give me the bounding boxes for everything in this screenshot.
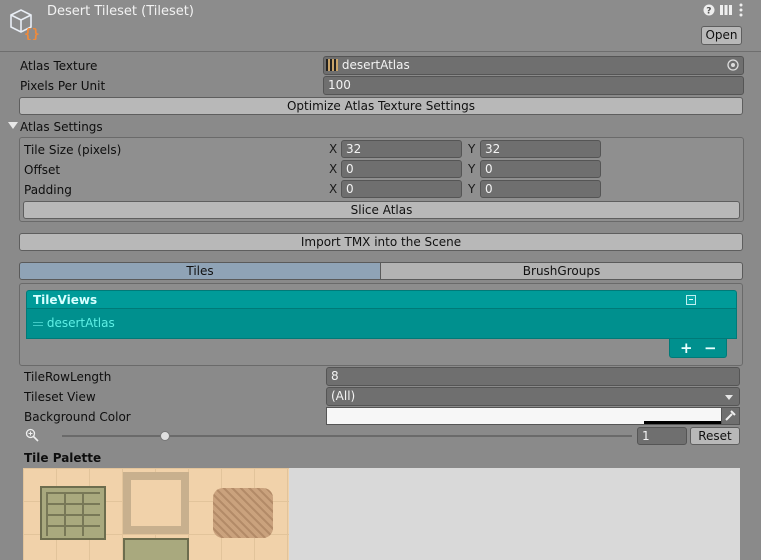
atlas-settings-foldout[interactable]: Atlas Settings <box>20 119 103 135</box>
pixels-per-unit-field[interactable]: 100 <box>323 76 744 95</box>
reset-zoom-button[interactable]: Reset <box>690 427 740 445</box>
sand-frame-tile[interactable] <box>123 472 189 534</box>
y-label: Y <box>468 182 476 196</box>
offset-y-field[interactable]: 0 <box>480 160 601 178</box>
remove-item-button[interactable]: − <box>704 339 717 357</box>
atlas-texture-value: desertAtlas <box>341 58 410 72</box>
tile-views-list: desertAtlas <box>26 309 737 339</box>
tile-size-x-field[interactable]: 32 <box>341 140 462 158</box>
tile-palette-area[interactable] <box>23 468 740 560</box>
x-label: X <box>329 182 338 196</box>
add-item-button[interactable]: + <box>680 339 693 357</box>
sand-patch-tile[interactable] <box>213 488 273 538</box>
zoom-icon <box>25 428 39 445</box>
tile-view-item-label: desertAtlas <box>46 316 115 330</box>
svg-text:{}: {} <box>24 27 40 40</box>
collapse-icon[interactable] <box>686 295 696 305</box>
texture-thumb-icon <box>326 59 338 71</box>
open-button[interactable]: Open <box>701 26 742 45</box>
list-footer: + − <box>669 339 727 358</box>
x-label: X <box>329 142 338 156</box>
zoom-value-field[interactable]: 1 <box>637 427 687 445</box>
pixels-per-unit-label: Pixels Per Unit <box>20 79 106 93</box>
y-label: Y <box>468 142 476 156</box>
alpha-bar <box>644 421 721 424</box>
tileset-view-dropdown[interactable]: (All) <box>326 387 740 406</box>
stone-tile[interactable] <box>123 538 189 560</box>
background-color-swatch[interactable] <box>326 407 722 425</box>
tileset-view-label: Tileset View <box>24 390 96 404</box>
stone-tile[interactable] <box>40 486 106 540</box>
slice-atlas-button[interactable]: Slice Atlas <box>23 201 740 219</box>
y-label: Y <box>468 162 476 176</box>
tile-views-header: TileViews <box>26 290 737 309</box>
padding-y-field[interactable]: 0 <box>480 180 601 198</box>
tile-grid[interactable] <box>23 468 289 560</box>
import-tmx-button[interactable]: Import TMX into the Scene <box>19 233 743 251</box>
dropdown-arrow-icon <box>725 395 733 400</box>
background-color-label: Background Color <box>24 410 131 424</box>
tab-brushgroups[interactable]: BrushGroups <box>381 262 743 280</box>
offset-x-field[interactable]: 0 <box>341 160 462 178</box>
inspector-title: Desert Tileset (Tileset) <box>47 4 194 19</box>
padding-x-field[interactable]: 0 <box>341 180 462 198</box>
tile-palette-label: Tile Palette <box>24 451 102 465</box>
tile-row-length-label: TileRowLength <box>24 370 112 384</box>
tile-size-y-field[interactable]: 32 <box>480 140 601 158</box>
preset-icon[interactable] <box>719 3 733 20</box>
foldout-arrow-icon[interactable] <box>8 122 18 129</box>
tile-size-label: Tile Size (pixels) <box>24 143 122 157</box>
padding-label: Padding <box>24 183 72 197</box>
zoom-slider-thumb[interactable] <box>159 431 170 441</box>
object-picker-icon[interactable] <box>727 59 739 76</box>
zoom-slider-track[interactable] <box>62 435 632 437</box>
list-item[interactable]: desertAtlas <box>33 315 115 331</box>
svg-text:?: ? <box>706 7 711 17</box>
atlas-texture-label: Atlas Texture <box>20 59 98 73</box>
help-icon[interactable]: ? <box>703 4 715 19</box>
tab-tiles[interactable]: Tiles <box>19 262 381 280</box>
inspector-header: {} Desert Tileset (Tileset) ? Open <box>0 0 761 52</box>
optimize-atlas-button[interactable]: Optimize Atlas Texture Settings <box>19 97 743 115</box>
eyedropper-icon[interactable] <box>722 407 740 425</box>
atlas-texture-field[interactable]: desertAtlas <box>323 56 744 75</box>
more-options-icon[interactable] <box>738 2 744 21</box>
tileset-view-value: (All) <box>331 389 356 403</box>
x-label: X <box>329 162 338 176</box>
tile-row-length-field[interactable]: 8 <box>326 367 740 386</box>
scriptable-object-icon: {} <box>10 9 40 40</box>
tile-views-title: TileViews <box>33 293 98 307</box>
offset-label: Offset <box>24 163 61 177</box>
drag-handle-icon[interactable] <box>33 320 43 328</box>
